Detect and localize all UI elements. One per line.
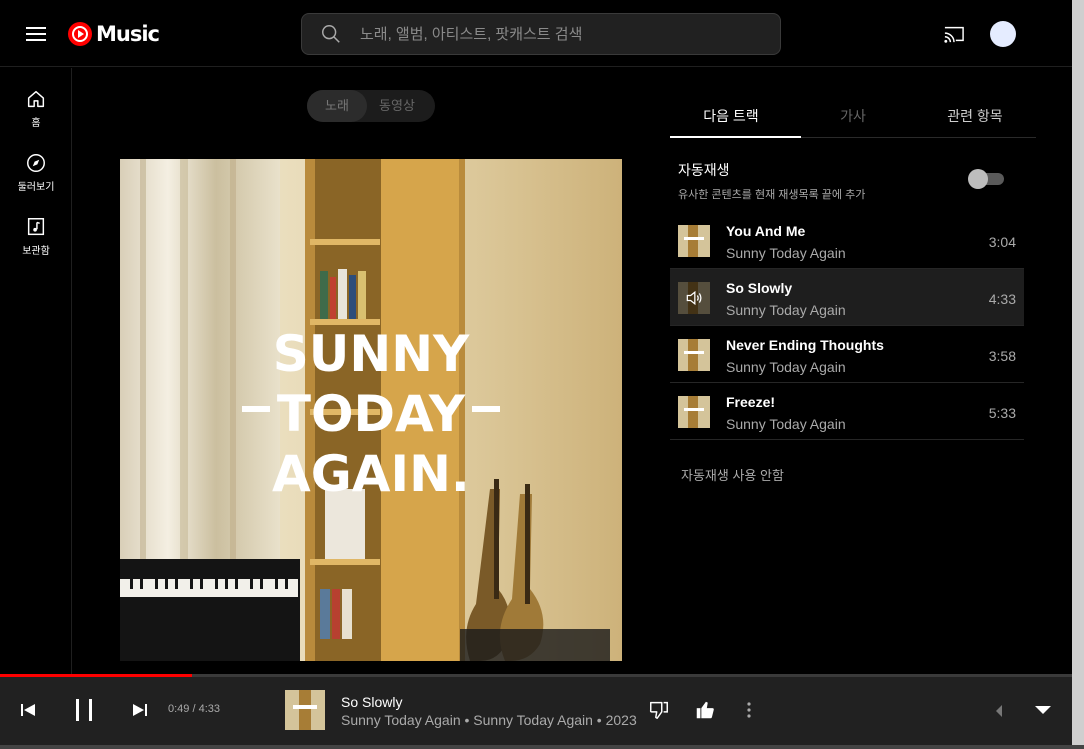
top-bar: Music xyxy=(0,0,1072,67)
queue-item[interactable]: Freeze! Sunny Today Again 5:33 xyxy=(670,383,1024,440)
track-artist: Sunny Today Again xyxy=(726,302,846,318)
tab-lyrics[interactable]: 가사 xyxy=(792,90,914,137)
window-edge xyxy=(1072,0,1084,749)
next-icon[interactable] xyxy=(132,702,148,718)
autoplay-title: 자동재생 xyxy=(678,162,730,178)
track-duration: 3:04 xyxy=(988,234,1016,250)
album-art-title-line3: AGAIN. xyxy=(272,445,470,503)
now-playing-subtitle[interactable]: Sunny Today Again • Sunny Today Again • … xyxy=(341,712,637,728)
library-icon xyxy=(27,218,45,236)
queue-list: You And Me Sunny Today Again 3:04 So Slo… xyxy=(670,212,1024,440)
album-art: SUNNY TODAY AGAIN. xyxy=(120,159,622,661)
sidebar-item-label: 둘러보기 xyxy=(17,182,55,193)
track-thumbnail xyxy=(678,396,710,428)
logo-text: Music xyxy=(96,22,160,46)
expand-player-icon[interactable] xyxy=(1034,704,1052,716)
track-title: Never Ending Thoughts xyxy=(726,337,884,353)
song-toggle-button[interactable]: 노래 xyxy=(307,90,367,122)
player-bar: 0:49 / 4:33 So Slowly Sunny Today Again … xyxy=(0,677,1072,745)
sidebar-item-explore[interactable]: 둘러보기 xyxy=(0,152,72,193)
now-playing-title[interactable]: So Slowly xyxy=(341,694,402,710)
time-display: 0:49 / 4:33 xyxy=(168,703,220,715)
album-art-title-line1: SUNNY xyxy=(273,325,470,383)
youtube-music-logo[interactable]: Music xyxy=(68,22,160,46)
pause-icon[interactable] xyxy=(72,697,96,723)
track-thumbnail xyxy=(678,339,710,371)
sidebar-item-label: 홈 xyxy=(31,118,41,129)
sidebar-item-label: 보관함 xyxy=(22,246,50,257)
track-duration: 4:33 xyxy=(988,291,1016,307)
video-toggle-button[interactable]: 동영상 xyxy=(367,90,427,122)
like-icon[interactable] xyxy=(694,699,716,721)
search-box[interactable] xyxy=(301,13,781,55)
window-edge-bottom xyxy=(0,745,1084,749)
home-icon xyxy=(27,90,45,108)
track-title: So Slowly xyxy=(726,280,793,296)
queue-item[interactable]: You And Me Sunny Today Again 3:04 xyxy=(670,212,1024,269)
speaker-icon xyxy=(678,282,710,314)
more-options-icon[interactable] xyxy=(740,701,758,719)
side-panel-tabs: 다음 트랙 가사 관련 항목 xyxy=(670,90,1036,138)
previous-icon[interactable] xyxy=(20,702,36,718)
track-artist: Sunny Today Again xyxy=(726,245,846,261)
queue-item-playing[interactable]: So Slowly Sunny Today Again 4:33 xyxy=(670,269,1024,326)
search-icon xyxy=(322,25,340,43)
explore-icon xyxy=(27,154,45,172)
track-duration: 3:58 xyxy=(988,348,1016,364)
avatar[interactable] xyxy=(990,21,1016,47)
queue-item[interactable]: Never Ending Thoughts Sunny Today Again … xyxy=(670,326,1024,383)
dislike-icon[interactable] xyxy=(648,699,670,721)
track-artist: Sunny Today Again xyxy=(726,416,846,432)
logo-play-icon xyxy=(68,22,92,46)
sidebar: 홈 둘러보기 보관함 xyxy=(0,68,72,674)
track-thumbnail xyxy=(678,225,710,257)
track-thumbnail xyxy=(678,282,710,314)
album-art-image: SUNNY TODAY AGAIN. xyxy=(120,159,622,661)
album-art-title-line2: TODAY xyxy=(277,385,466,443)
now-playing-thumbnail[interactable] xyxy=(285,690,325,730)
autoplay-toggle[interactable] xyxy=(968,169,1004,189)
autoplay-section: 자동재생 유사한 콘텐츠를 현재 재생목록 끝에 추가 xyxy=(678,160,1008,202)
track-duration: 5:33 xyxy=(988,405,1016,421)
autoplay-subtitle: 유사한 콘텐츠를 현재 재생목록 끝에 추가 xyxy=(678,189,866,201)
sidebar-item-home[interactable]: 홈 xyxy=(0,88,72,129)
volume-arrow-icon[interactable] xyxy=(994,704,1004,718)
search-input[interactable] xyxy=(360,25,760,43)
menu-icon[interactable] xyxy=(26,27,46,41)
track-title: Freeze! xyxy=(726,394,776,410)
tab-up-next[interactable]: 다음 트랙 xyxy=(670,90,801,138)
autoplay-disabled-notice: 자동재생 사용 안함 xyxy=(681,468,784,483)
tab-related[interactable]: 관련 항목 xyxy=(914,90,1036,137)
track-artist: Sunny Today Again xyxy=(726,359,846,375)
track-title: You And Me xyxy=(726,223,806,239)
sidebar-item-library[interactable]: 보관함 xyxy=(0,216,72,257)
song-video-toggle: 노래 동영상 xyxy=(307,90,435,122)
cast-icon[interactable] xyxy=(943,24,965,44)
